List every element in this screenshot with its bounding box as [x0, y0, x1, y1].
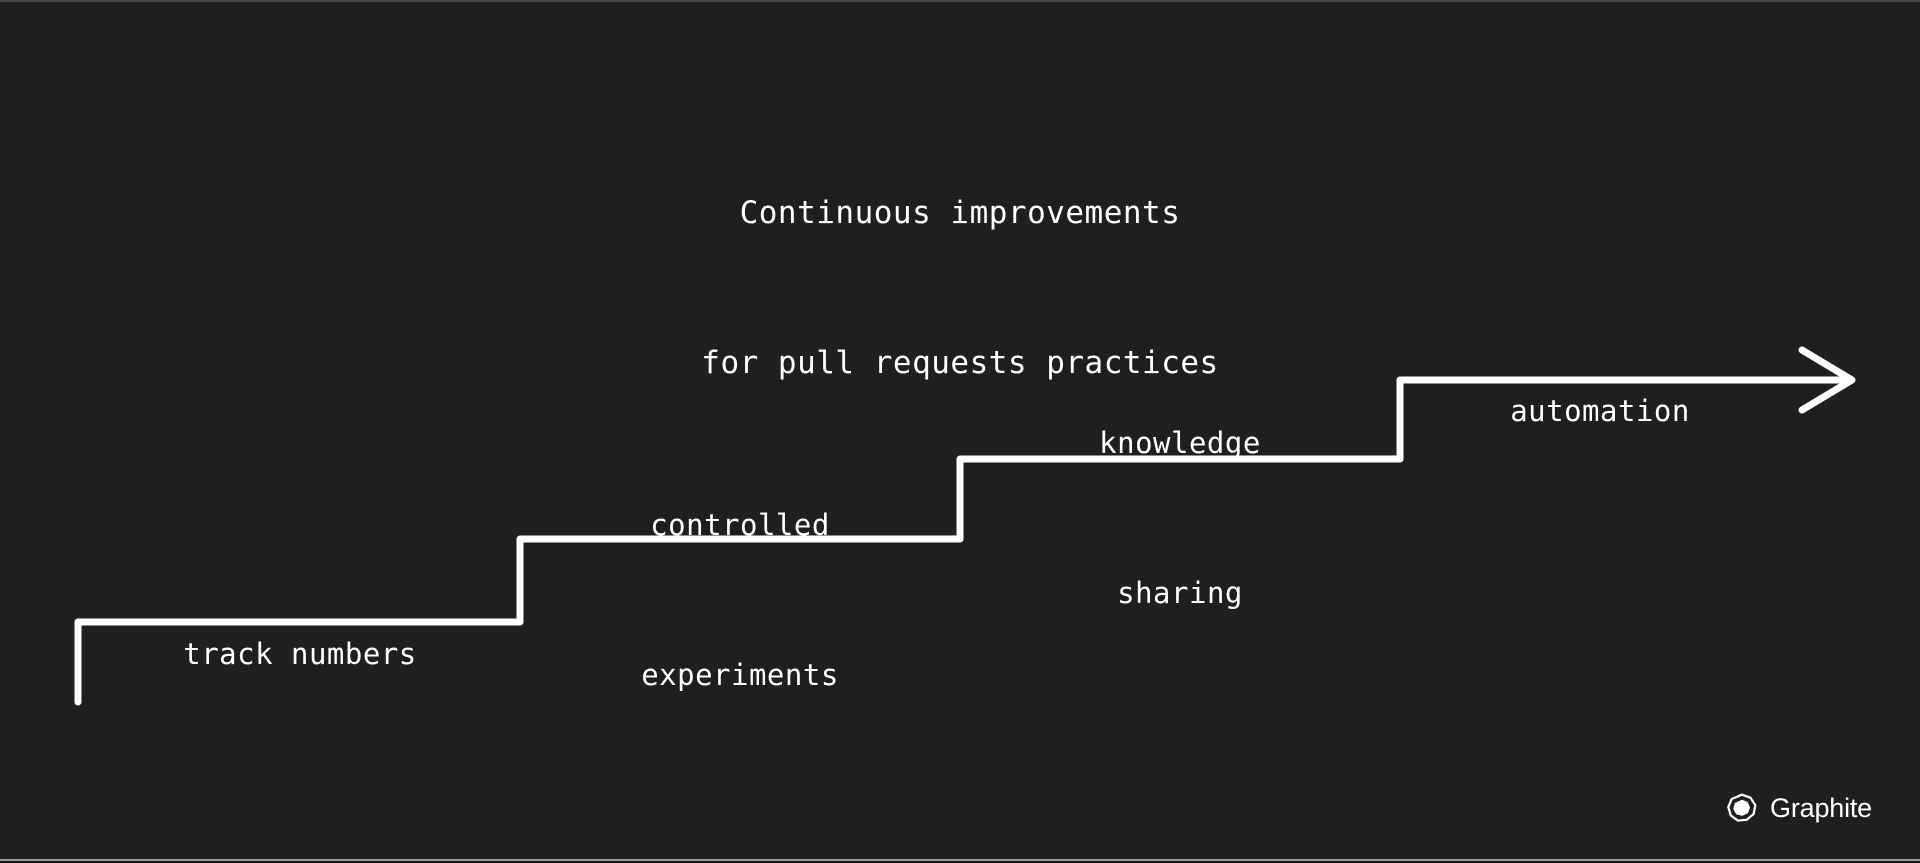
title-line-1: Continuous improvements	[739, 195, 1181, 231]
step-1-line-2: experiments	[641, 658, 839, 692]
step-2-line-1: knowledge	[1099, 426, 1261, 460]
step-label-controlled-experiments: controlled experiments	[520, 400, 960, 800]
brand-footer: Graphite	[1727, 793, 1872, 823]
step-label-knowledge-sharing: knowledge sharing	[960, 318, 1400, 718]
brand-name: Graphite	[1770, 792, 1872, 823]
graphite-logo-icon	[1727, 793, 1757, 822]
step-2-line-2: sharing	[1117, 576, 1243, 610]
step-1-line-1: controlled	[650, 508, 830, 542]
step-label-automation: automation	[1400, 286, 1800, 586]
step-label-track-numbers: track numbers	[80, 529, 520, 829]
slide-canvas: Continuous improvements for pull request…	[0, 0, 1920, 861]
step-3-line-1: automation	[1510, 394, 1690, 428]
step-0-line-1: track numbers	[183, 637, 417, 671]
